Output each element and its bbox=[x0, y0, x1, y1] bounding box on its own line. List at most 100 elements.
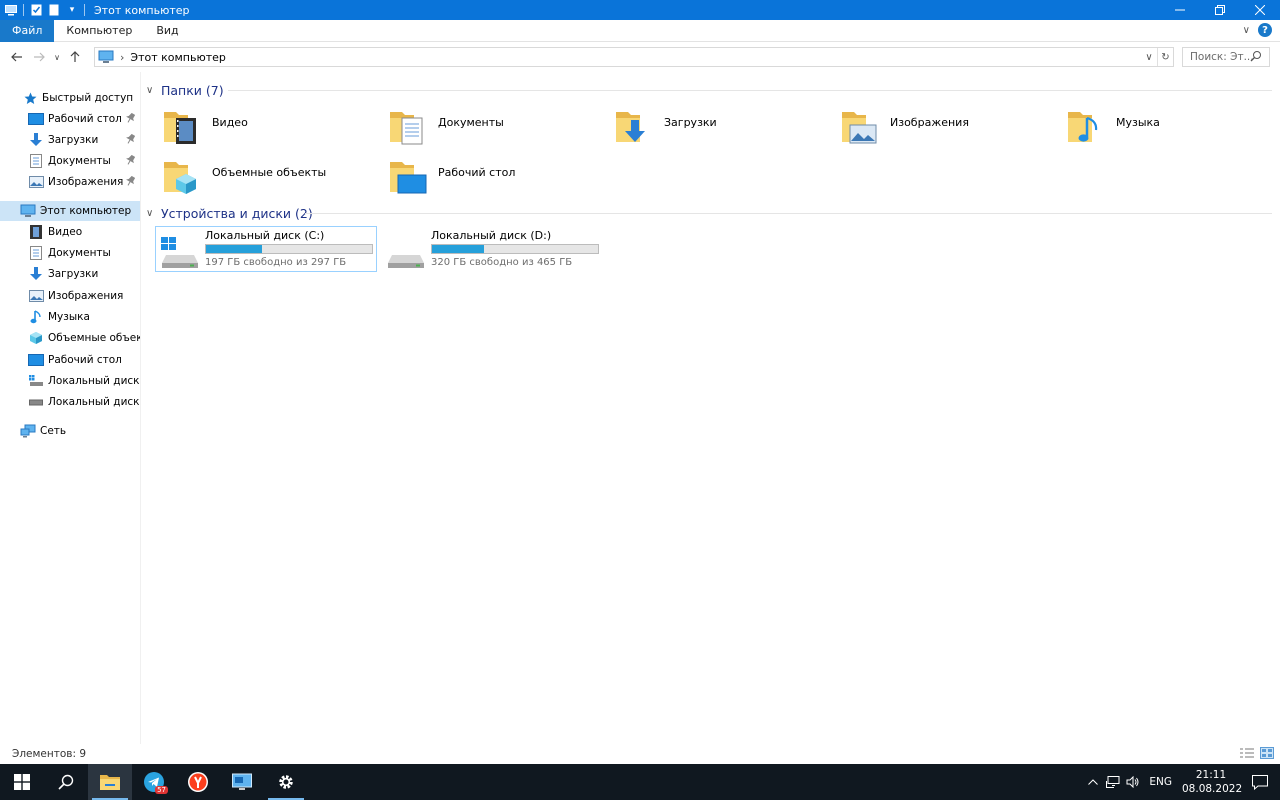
sidebar-item-quick-images[interactable]: Изображения bbox=[0, 172, 140, 192]
folder-name: Документы bbox=[438, 116, 504, 129]
sidebar-item-drive-c[interactable]: Локальный диск (C:) bbox=[0, 371, 140, 391]
pin-icon[interactable] bbox=[126, 175, 136, 188]
hard-drive-icon bbox=[386, 235, 426, 272]
forward-button[interactable] bbox=[28, 46, 50, 68]
drive-free-space: 320 ГБ свободно из 465 ГБ bbox=[431, 257, 573, 268]
folder-tile-desktop[interactable]: Рабочий стол bbox=[388, 156, 608, 202]
tab-view[interactable]: Вид bbox=[144, 20, 190, 42]
drive-tile-d[interactable]: Локальный диск (D:) 320 ГБ свободно из 4… bbox=[381, 226, 603, 272]
tab-file[interactable]: Файл bbox=[0, 19, 55, 42]
folders-group-header[interactable]: ∨ Папки (7) bbox=[146, 82, 224, 98]
taskbar-app-file-explorer[interactable] bbox=[88, 764, 132, 800]
folder-tile-images[interactable]: Изображения bbox=[840, 106, 1060, 152]
notifications-icon[interactable] bbox=[1240, 764, 1280, 800]
help-icon[interactable]: ? bbox=[1258, 23, 1272, 37]
large-icons-view-icon[interactable] bbox=[1260, 747, 1274, 761]
customize-qat-icon[interactable]: ▾ bbox=[66, 4, 78, 16]
group-title: Устройства и диски (2) bbox=[161, 205, 313, 221]
sidebar-item-quick-access[interactable]: Быстрый доступ bbox=[0, 88, 140, 108]
system-tray: ENG 21:11 08.08.2022 bbox=[1083, 764, 1280, 800]
taskbar-app-telegram[interactable]: 57 bbox=[132, 764, 176, 800]
expand-ribbon-icon[interactable]: ∨ bbox=[1243, 25, 1250, 36]
recent-locations-icon[interactable]: ∨ bbox=[50, 46, 64, 68]
desktop-folder-icon bbox=[388, 156, 428, 196]
3d-objects-icon bbox=[28, 330, 44, 346]
this-pc-icon bbox=[5, 4, 17, 16]
drive-c-icon bbox=[28, 373, 44, 389]
clock[interactable]: 21:11 08.08.2022 bbox=[1182, 768, 1243, 796]
navigation-pane: Быстрый доступ Рабочий стол Загрузки Док… bbox=[0, 84, 140, 744]
sidebar-item-music[interactable]: Музыка bbox=[0, 307, 140, 327]
sidebar-item-video[interactable]: Видео bbox=[0, 222, 140, 242]
back-button[interactable] bbox=[6, 46, 28, 68]
sidebar-item-label: Изображения bbox=[48, 176, 124, 188]
breadcrumb[interactable]: Этот компьютер bbox=[130, 51, 226, 64]
sidebar-item-network[interactable]: Сеть bbox=[0, 421, 140, 441]
properties-icon[interactable] bbox=[30, 4, 42, 16]
folder-name: Объемные объекты bbox=[212, 166, 327, 179]
folder-name: Видео bbox=[212, 116, 248, 129]
window-title: Этот компьютер bbox=[94, 3, 190, 17]
restore-button[interactable] bbox=[1200, 0, 1240, 20]
taskbar-app-settings[interactable] bbox=[264, 764, 308, 800]
sidebar-item-documents[interactable]: Документы bbox=[0, 243, 140, 263]
address-bar[interactable]: › Этот компьютер ∨ ↻ bbox=[94, 47, 1174, 67]
sidebar-item-label: Объемные объекты bbox=[48, 332, 140, 344]
pin-icon[interactable] bbox=[126, 112, 136, 125]
sidebar-item-3d-objects[interactable]: Объемные объекты bbox=[0, 328, 140, 348]
sidebar-item-drive-d[interactable]: Локальный диск (D:) bbox=[0, 392, 140, 412]
music-icon bbox=[28, 309, 44, 325]
pane-divider[interactable] bbox=[140, 72, 141, 744]
this-pc-icon bbox=[20, 203, 36, 219]
pin-icon[interactable] bbox=[126, 154, 136, 167]
windows-drive-icon bbox=[160, 235, 200, 272]
drive-free-space: 197 ГБ свободно из 297 ГБ bbox=[205, 257, 347, 268]
taskbar-app-yandex[interactable] bbox=[176, 764, 220, 800]
sidebar-item-desktop[interactable]: Рабочий стол bbox=[0, 350, 140, 370]
start-button[interactable] bbox=[0, 764, 44, 800]
sidebar-item-images[interactable]: Изображения bbox=[0, 286, 140, 306]
sidebar-item-quick-desktop[interactable]: Рабочий стол bbox=[0, 109, 140, 129]
close-button[interactable] bbox=[1240, 0, 1280, 20]
folder-tile-3d-objects[interactable]: Объемные объекты bbox=[162, 156, 382, 202]
tab-computer[interactable]: Компьютер bbox=[54, 20, 144, 42]
address-dropdown-icon[interactable]: ∨ bbox=[1141, 48, 1157, 66]
folder-tile-music[interactable]: Музыка bbox=[1066, 106, 1280, 152]
sidebar-item-label: Рабочий стол bbox=[48, 354, 122, 366]
taskbar-app-remote-desktop[interactable] bbox=[220, 764, 264, 800]
sidebar-item-label: Документы bbox=[48, 155, 111, 167]
minimize-button[interactable] bbox=[1160, 0, 1200, 20]
details-view-icon[interactable] bbox=[1240, 747, 1254, 761]
volume-icon[interactable] bbox=[1123, 764, 1143, 800]
sidebar-item-quick-documents[interactable]: Документы bbox=[0, 151, 140, 171]
sidebar-item-this-pc[interactable]: Этот компьютер bbox=[0, 201, 140, 221]
group-divider bbox=[305, 213, 1272, 214]
search-input[interactable]: Поиск: Эт... bbox=[1182, 47, 1270, 67]
quick-access-toolbar: ▾ bbox=[0, 0, 88, 20]
clock-date: 08.08.2022 bbox=[1182, 783, 1243, 795]
drives-group-header[interactable]: ∨ Устройства и диски (2) bbox=[146, 205, 313, 221]
sidebar-item-quick-downloads[interactable]: Загрузки bbox=[0, 130, 140, 150]
file-explorer-icon bbox=[99, 773, 121, 791]
new-folder-icon[interactable] bbox=[48, 4, 60, 16]
folder-name: Изображения bbox=[890, 116, 969, 129]
network-icon[interactable] bbox=[1103, 764, 1123, 800]
folder-tile-downloads[interactable]: Загрузки bbox=[614, 106, 834, 152]
chevron-down-icon: ∨ bbox=[146, 84, 154, 96]
sidebar-item-downloads[interactable]: Загрузки bbox=[0, 264, 140, 284]
unread-badge: 57 bbox=[155, 786, 168, 794]
status-bar: Элементов: 9 bbox=[0, 744, 1280, 764]
folder-tile-video[interactable]: Видео bbox=[162, 106, 382, 152]
video-folder-icon bbox=[162, 106, 202, 146]
drive-usage-bar bbox=[205, 244, 373, 254]
pin-icon[interactable] bbox=[126, 133, 136, 146]
documents-icon bbox=[28, 245, 44, 261]
images-icon bbox=[28, 174, 44, 190]
folder-tile-documents[interactable]: Документы bbox=[388, 106, 608, 152]
search-button[interactable] bbox=[44, 764, 88, 800]
language-indicator[interactable]: ENG bbox=[1149, 776, 1172, 788]
drive-tile-c[interactable]: Локальный диск (C:) 197 ГБ свободно из 2… bbox=[155, 226, 377, 272]
refresh-icon[interactable]: ↻ bbox=[1157, 48, 1173, 66]
up-button[interactable] bbox=[64, 46, 86, 68]
chevron-up-icon[interactable] bbox=[1083, 764, 1103, 800]
